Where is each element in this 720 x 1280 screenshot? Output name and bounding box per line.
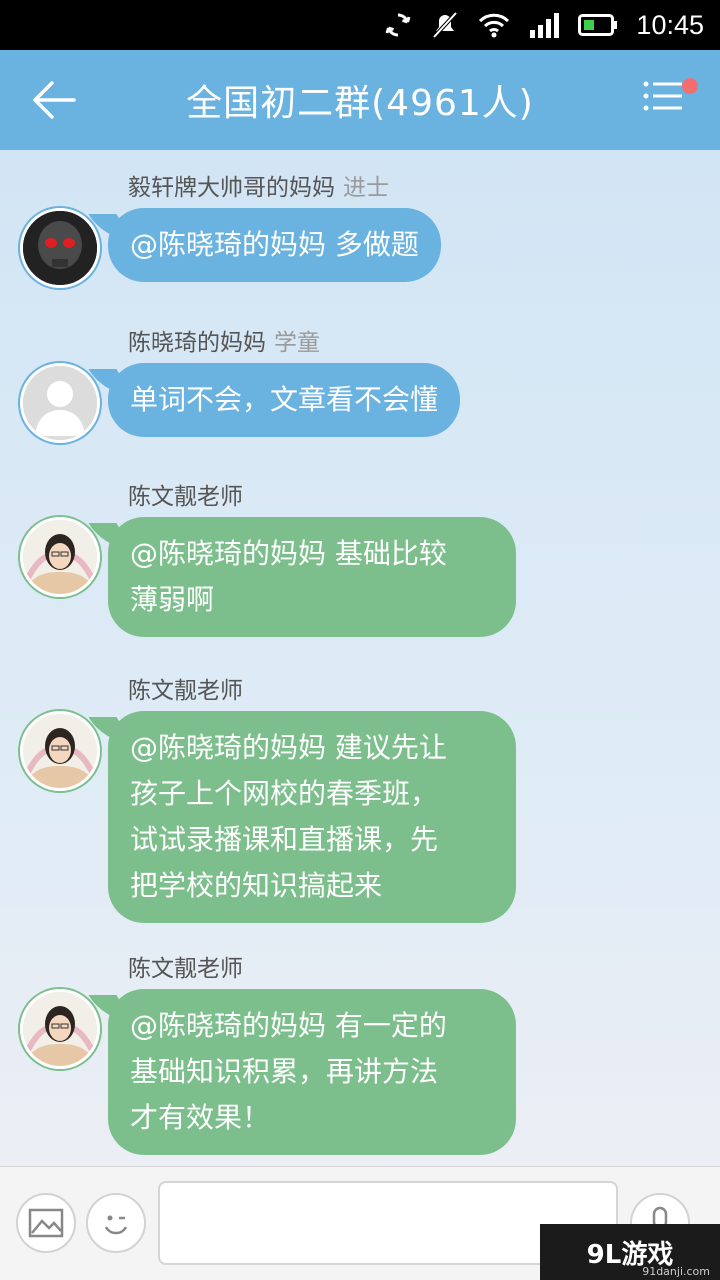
- default-avatar[interactable]: [20, 363, 100, 443]
- message-line: 薄弱啊: [130, 583, 215, 616]
- message-line: 孩子上个网校的春季班，: [130, 777, 439, 810]
- message-line: @陈晓琦的妈妈 多做题: [130, 228, 419, 261]
- message-bubble[interactable]: @陈晓琦的妈妈 有一定的 基础知识积累，再讲方法 才有效果！: [108, 989, 516, 1155]
- sender-rank: 进士: [343, 175, 389, 201]
- message-line: @陈晓琦的妈妈 建议先让: [130, 731, 447, 764]
- teacher-avatar[interactable]: [20, 517, 100, 597]
- sender-name: 陈文靓老师: [128, 671, 243, 705]
- list-menu-icon: [643, 81, 682, 111]
- message-line: @陈晓琦的妈妈 基础比较: [130, 537, 447, 570]
- sender-label: 陈文靓老师: [128, 484, 243, 510]
- group-menu-button[interactable]: [642, 74, 698, 126]
- sender-label: 陈文靓老师: [128, 956, 243, 982]
- arrow-left-icon: [33, 81, 76, 119]
- teacher-avatar[interactable]: [20, 711, 100, 791]
- signal-icon: [528, 12, 560, 38]
- sender-label: 陈晓琦的妈妈: [128, 330, 266, 356]
- sender-name: 陈文靓老师: [128, 477, 243, 511]
- battery-icon: [578, 13, 618, 37]
- title-bar: 全国初二群(4961人): [0, 50, 720, 150]
- emoji-icon: [104, 1215, 128, 1235]
- watermark-logo: 9L游戏 91danji.com: [540, 1224, 720, 1280]
- message-bubble[interactable]: 单词不会，文章看不会懂: [108, 363, 461, 437]
- message-line: 基础知识积累，再讲方法: [130, 1055, 439, 1088]
- sender-name: 陈晓琦的妈妈 学童: [128, 323, 320, 357]
- sender-rank: 学童: [274, 330, 320, 356]
- image-button[interactable]: [16, 1193, 76, 1253]
- teacher-avatar[interactable]: [20, 989, 100, 1069]
- mute-icon: [430, 11, 460, 39]
- page-title: 全国初二群(4961人): [186, 83, 534, 124]
- sender-name: 毅轩牌大帅哥的妈妈 进士: [128, 168, 389, 202]
- emoji-button[interactable]: [86, 1193, 146, 1253]
- message-line: 单词不会，文章看不会懂: [130, 383, 439, 416]
- sender-label: 毅轩牌大帅哥的妈妈: [128, 175, 335, 201]
- sender-label: 陈文靓老师: [128, 678, 243, 704]
- message-bubble[interactable]: @陈晓琦的妈妈 建议先让 孩子上个网校的春季班， 试试录播课和直播课，先 把学校…: [108, 711, 516, 923]
- message-line: @陈晓琦的妈妈 有一定的: [130, 1009, 447, 1042]
- status-bar: 10:45: [0, 0, 720, 50]
- message-bubble[interactable]: @陈晓琦的妈妈 多做题: [108, 208, 441, 282]
- chat-message-list[interactable]: 毅轩牌大帅哥的妈妈 进士 @陈晓琦的妈妈 多做题 陈晓琦的妈妈 学童 单词不会，…: [0, 150, 720, 1166]
- skull-avatar[interactable]: [20, 208, 100, 288]
- sender-name: 陈文靓老师: [128, 949, 243, 983]
- back-button[interactable]: [26, 76, 82, 124]
- notification-dot: [682, 78, 698, 94]
- image-icon: [28, 1208, 64, 1238]
- message-line: 才有效果！: [130, 1101, 271, 1134]
- message-line: 把学校的知识搞起来: [130, 869, 383, 902]
- wifi-icon: [478, 12, 510, 38]
- message-line: 试试录播课和直播课，先: [130, 823, 439, 856]
- message-bubble[interactable]: @陈晓琦的妈妈 基础比较 薄弱啊: [108, 517, 516, 637]
- status-time: 10:45: [636, 9, 704, 40]
- sync-icon: [384, 11, 412, 39]
- watermark-domain: 91danji.com: [642, 1265, 710, 1278]
